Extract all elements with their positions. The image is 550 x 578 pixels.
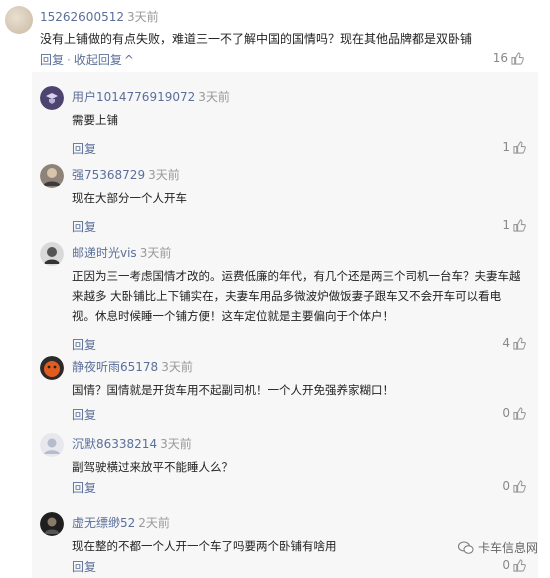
chevron-up-icon[interactable]: ^ <box>124 53 134 67</box>
comment-actions: 回复 · 收起回复 ^ <box>40 51 134 68</box>
reply-text: 国情？国情就是开货车用不起副司机！一个人开免强养家糊口！ <box>72 383 394 397</box>
username[interactable]: 静夜听雨65178 <box>72 360 158 374</box>
like-count: 1 <box>502 218 510 232</box>
like-control[interactable]: 1 <box>502 140 526 154</box>
reply-header: 沉默86338214 3天前 <box>72 435 192 452</box>
username[interactable]: 用户1014776919072 <box>72 90 195 104</box>
reply-button[interactable]: 回复 <box>72 558 96 575</box>
separator: · <box>67 53 71 67</box>
timestamp: 3天前 <box>161 360 193 374</box>
like-control[interactable]: 0 <box>502 479 526 493</box>
like-control[interactable]: 16 <box>493 51 524 65</box>
like-count: 0 <box>502 479 510 493</box>
timestamp: 3天前 <box>198 90 230 104</box>
avatar[interactable] <box>5 6 33 34</box>
like-control[interactable]: 4 <box>502 336 526 350</box>
thumbs-up-icon[interactable] <box>513 406 526 420</box>
like-count: 0 <box>502 406 510 420</box>
reply-header: 强75368729 3天前 <box>72 166 180 183</box>
thumbs-up-icon[interactable] <box>513 218 526 232</box>
reply-button[interactable]: 回复 <box>72 140 96 157</box>
reply-button[interactable]: 回复 <box>40 53 64 67</box>
wechat-icon <box>457 541 474 554</box>
thumbs-up-icon[interactable] <box>511 51 524 65</box>
reply-button[interactable]: 回复 <box>72 479 96 496</box>
thumbs-up-icon[interactable] <box>513 336 526 350</box>
thumbs-up-icon[interactable] <box>513 140 526 154</box>
like-control[interactable]: 1 <box>502 218 526 232</box>
like-count: 16 <box>492 51 508 65</box>
reply-button[interactable]: 回复 <box>72 336 96 353</box>
timestamp: 2天前 <box>138 516 170 530</box>
like-count: 0 <box>502 558 510 572</box>
username[interactable]: 15262600512 <box>40 10 124 24</box>
avatar[interactable] <box>40 164 64 188</box>
reply-text: 副驾驶横过来放平不能睡人么？ <box>72 460 233 474</box>
reply-text: 现在大部分一个人开车 <box>72 191 187 205</box>
username[interactable]: 邮递时光vis <box>72 246 137 260</box>
username[interactable]: 虚无缥缈52 <box>72 516 135 530</box>
thumbs-up-icon[interactable] <box>513 558 526 572</box>
reply-button[interactable]: 回复 <box>72 218 96 235</box>
like-count: 4 <box>502 336 510 350</box>
avatar[interactable] <box>40 242 64 266</box>
like-control[interactable]: 0 <box>502 406 526 420</box>
timestamp: 3天前 <box>126 10 159 24</box>
reply-header: 虚无缥缈52 2天前 <box>72 514 170 531</box>
avatar[interactable] <box>40 433 64 457</box>
avatar[interactable] <box>40 86 64 110</box>
watermark: 卡车信息网 <box>457 539 538 556</box>
timestamp: 3天前 <box>160 437 192 451</box>
reply-text: 正因为三一考虑国情才改的。运费低廉的年代，有几个还是两三个司机一台车？夫妻车越来… <box>72 269 521 323</box>
like-control[interactable]: 0 <box>502 558 526 572</box>
reply-header: 用户1014776919072 3天前 <box>72 88 230 105</box>
like-count: 1 <box>502 140 510 154</box>
avatar[interactable] <box>40 512 64 536</box>
comment-header: 15262600512 3天前 <box>40 8 159 25</box>
thumbs-up-icon[interactable] <box>513 479 526 493</box>
reply-header: 静夜听雨65178 3天前 <box>72 358 193 375</box>
watermark-text: 卡车信息网 <box>477 541 538 555</box>
avatar[interactable] <box>40 356 64 380</box>
comment-text: 没有上铺做的有点失败，难道三一不了解中国的国情吗？现在其他品牌都是双卧铺 <box>40 32 473 46</box>
username[interactable]: 沉默86338214 <box>72 437 157 451</box>
timestamp: 3天前 <box>139 246 172 260</box>
username[interactable]: 强75368729 <box>72 168 145 182</box>
reply-thread: 用户1014776919072 3天前 需要上铺 回复 1 强75368729 3天… <box>32 72 538 578</box>
collapse-replies-button[interactable]: 收起回复 <box>74 53 122 67</box>
reply-text: 现在整的不都一个人开一个车了吗要两个卧铺有啥用 <box>72 539 337 553</box>
reply-button[interactable]: 回复 <box>72 406 96 423</box>
reply-text: 需要上铺 <box>72 113 118 127</box>
reply-header: 邮递时光vis 3天前 <box>72 244 171 261</box>
timestamp: 3天前 <box>148 168 180 182</box>
